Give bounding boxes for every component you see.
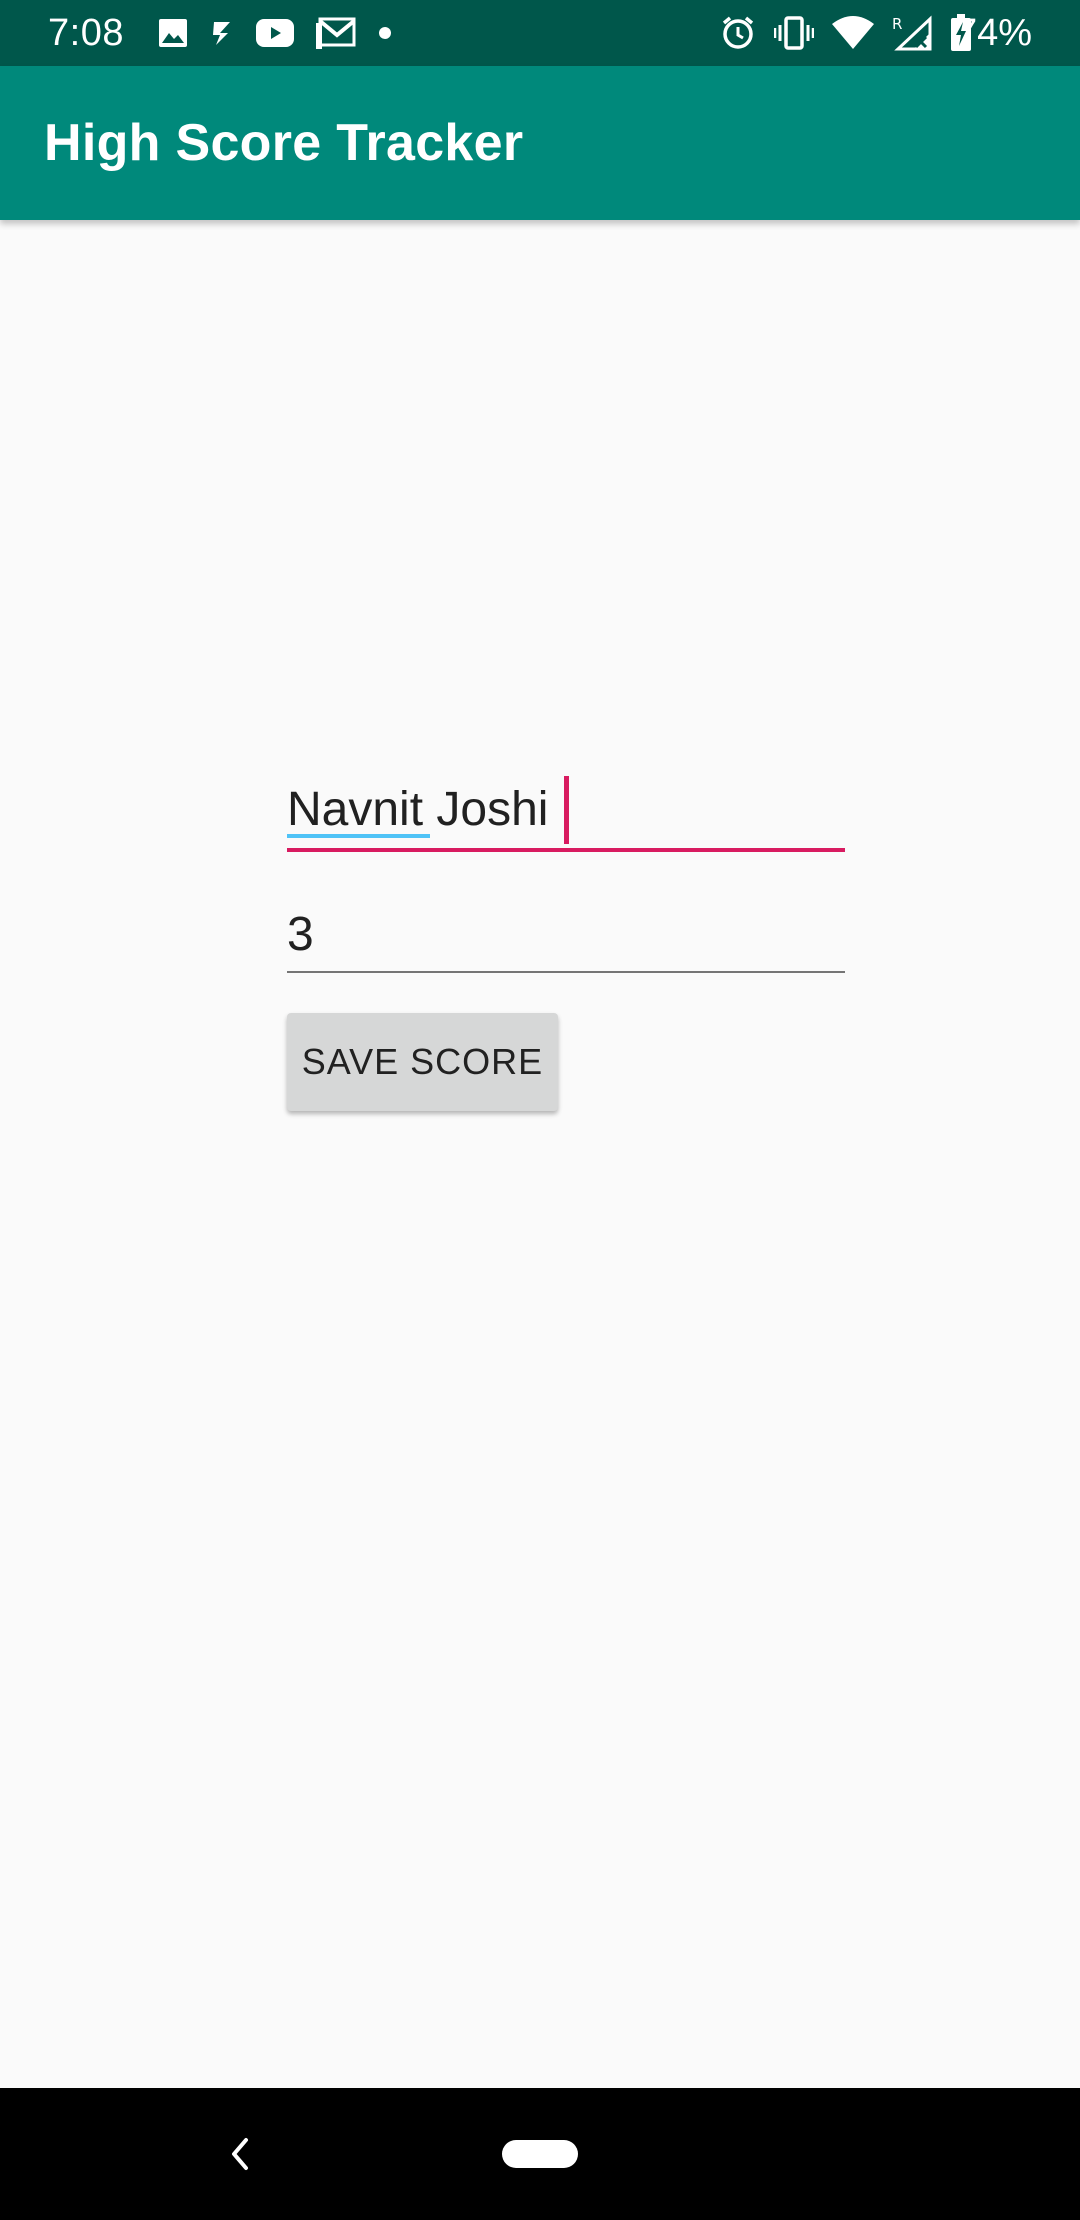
status-system-icons: R (720, 12, 972, 54)
spellcheck-underline (287, 834, 430, 838)
home-pill-icon[interactable] (502, 2140, 578, 2168)
battery-percentage: 74% (955, 12, 1032, 54)
wifi-icon (832, 16, 874, 50)
name-field-underline (287, 848, 845, 852)
photo-icon (158, 18, 188, 48)
youtube-icon (256, 19, 294, 47)
back-icon[interactable] (226, 2134, 254, 2174)
status-notification-icons (158, 14, 392, 52)
news-icon (210, 18, 234, 48)
player-name-value: Navnit Joshi (287, 783, 549, 836)
alarm-icon (720, 15, 756, 51)
navigation-bar (0, 2088, 1080, 2220)
player-name-input[interactable]: Navnit Joshi (287, 770, 845, 854)
save-score-button[interactable]: SAVE SCORE (287, 1013, 558, 1111)
status-bar: 7:08 R 74% (0, 0, 1080, 66)
dot-icon (378, 26, 392, 40)
app-screen: 7:08 R 74% High Score Tracker Navnit Jos… (0, 0, 1080, 2220)
score-field-underline (287, 971, 845, 973)
signal-roaming-icon: R (892, 15, 932, 51)
app-title: High Score Tracker (44, 114, 524, 172)
text-cursor (564, 776, 569, 844)
score-value: 3 (287, 908, 314, 961)
app-bar: High Score Tracker (0, 66, 1080, 220)
svg-text:R: R (892, 15, 902, 33)
vibrate-icon (774, 16, 814, 50)
status-time: 7:08 (48, 12, 124, 54)
gmail-icon (316, 17, 356, 49)
score-input[interactable]: 3 (287, 895, 845, 975)
